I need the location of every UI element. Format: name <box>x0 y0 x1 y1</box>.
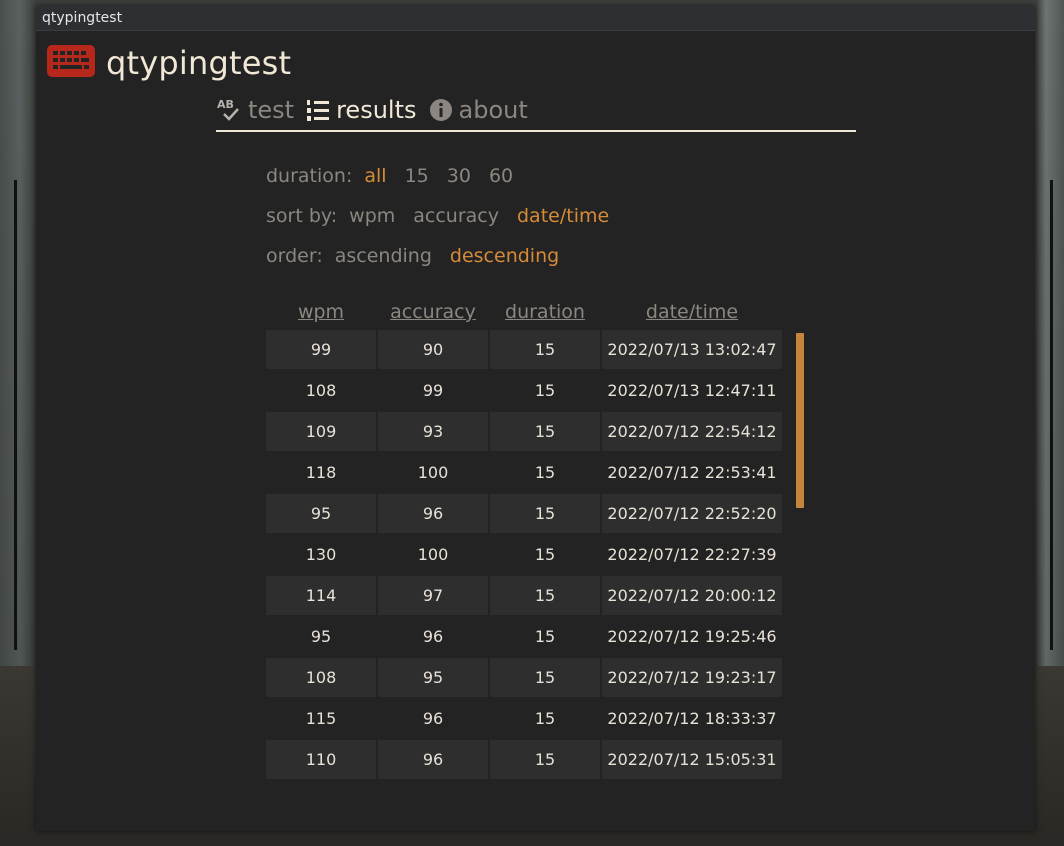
table-row: 95 96 15 2022/07/12 22:52:20 <box>266 494 782 535</box>
sort-by-label: sort by: <box>266 205 338 227</box>
duration-label: duration: <box>266 165 353 187</box>
tab-about[interactable]: about <box>429 96 528 130</box>
cell-datetime: 2022/07/12 22:27:39 <box>602 535 782 574</box>
svg-text:AB: AB <box>217 98 234 111</box>
cell-accuracy: 97 <box>378 576 488 615</box>
background-fence-rail <box>14 180 17 650</box>
cell-duration: 15 <box>490 699 600 738</box>
cell-wpm: 108 <box>266 658 376 697</box>
cell-wpm: 99 <box>266 330 376 369</box>
sort-by-filter: sort by: wpm accuracy date/time <box>266 196 627 236</box>
keyboard-icon <box>46 44 96 82</box>
cell-duration: 15 <box>490 412 600 451</box>
info-icon <box>429 98 453 122</box>
table-row: 99 90 15 2022/07/13 13:02:47 <box>266 330 782 371</box>
table-body: 99 90 15 2022/07/13 13:02:47 108 99 15 2… <box>266 330 782 781</box>
cell-datetime: 2022/07/12 15:05:31 <box>602 740 782 779</box>
background-fence-rail <box>1050 180 1053 650</box>
cell-datetime: 2022/07/12 20:00:12 <box>602 576 782 615</box>
cell-accuracy: 96 <box>378 740 488 779</box>
cell-duration: 15 <box>490 617 600 656</box>
results-table: wpm accuracy duration date/time 99 90 15… <box>266 294 782 781</box>
cell-wpm: 130 <box>266 535 376 574</box>
tab-results[interactable]: results <box>306 96 417 130</box>
app-header: qtypingtest <box>46 42 291 84</box>
cell-wpm: 95 <box>266 494 376 533</box>
app-title: qtypingtest <box>106 44 292 82</box>
cell-duration: 15 <box>490 535 600 574</box>
table-header: wpm accuracy duration date/time <box>266 294 782 330</box>
cell-accuracy: 93 <box>378 412 488 451</box>
cell-accuracy: 96 <box>378 617 488 656</box>
table-row: 118 100 15 2022/07/12 22:53:41 <box>266 453 782 494</box>
cell-accuracy: 100 <box>378 535 488 574</box>
duration-option-15[interactable]: 15 <box>405 165 429 187</box>
table-row: 95 96 15 2022/07/12 19:25:46 <box>266 617 782 658</box>
window-title: qtypingtest <box>42 10 123 26</box>
results-scrollbar[interactable] <box>796 333 804 508</box>
cell-duration: 15 <box>490 494 600 533</box>
cell-accuracy: 99 <box>378 371 488 410</box>
cell-duration: 15 <box>490 371 600 410</box>
sort-option-wpm[interactable]: wpm <box>349 205 395 227</box>
cell-datetime: 2022/07/13 13:02:47 <box>602 330 782 369</box>
column-header-accuracy[interactable]: accuracy <box>378 301 488 323</box>
duration-filter: duration: all 15 30 60 <box>266 156 627 196</box>
order-label: order: <box>266 245 323 267</box>
tab-about-label: about <box>458 96 528 124</box>
cell-accuracy: 95 <box>378 658 488 697</box>
cell-duration: 15 <box>490 658 600 697</box>
cell-duration: 15 <box>490 740 600 779</box>
numbered-list-icon <box>306 98 330 122</box>
tab-test[interactable]: AB test <box>216 96 294 130</box>
cell-datetime: 2022/07/12 18:33:37 <box>602 699 782 738</box>
column-header-datetime[interactable]: date/time <box>602 301 782 323</box>
spellcheck-icon: AB <box>216 97 242 123</box>
cell-datetime: 2022/07/12 19:23:17 <box>602 658 782 697</box>
table-row: 108 95 15 2022/07/12 19:23:17 <box>266 658 782 699</box>
table-row: 109 93 15 2022/07/12 22:54:12 <box>266 412 782 453</box>
window-titlebar[interactable]: qtypingtest <box>36 6 1035 31</box>
cell-accuracy: 100 <box>378 453 488 492</box>
order-option-ascending[interactable]: ascending <box>335 245 432 267</box>
sort-option-datetime[interactable]: date/time <box>517 205 609 227</box>
order-filter: order: ascending descending <box>266 236 627 276</box>
cell-duration: 15 <box>490 576 600 615</box>
cell-wpm: 118 <box>266 453 376 492</box>
nav-tabs: AB test results about <box>216 90 856 132</box>
tab-results-label: results <box>336 96 417 124</box>
cell-wpm: 114 <box>266 576 376 615</box>
result-filters: duration: all 15 30 60 sort by: wpm accu… <box>266 156 627 276</box>
cell-datetime: 2022/07/12 19:25:46 <box>602 617 782 656</box>
sort-option-accuracy[interactable]: accuracy <box>413 205 499 227</box>
table-row: 110 96 15 2022/07/12 15:05:31 <box>266 740 782 781</box>
order-option-descending[interactable]: descending <box>450 245 559 267</box>
tab-test-label: test <box>248 96 295 124</box>
cell-wpm: 110 <box>266 740 376 779</box>
column-header-duration[interactable]: duration <box>490 301 600 323</box>
cell-wpm: 108 <box>266 371 376 410</box>
cell-datetime: 2022/07/12 22:53:41 <box>602 453 782 492</box>
cell-duration: 15 <box>490 330 600 369</box>
table-row: 108 99 15 2022/07/13 12:47:11 <box>266 371 782 412</box>
cell-datetime: 2022/07/13 12:47:11 <box>602 371 782 410</box>
cell-accuracy: 96 <box>378 699 488 738</box>
table-row: 115 96 15 2022/07/12 18:33:37 <box>266 699 782 740</box>
duration-option-60[interactable]: 60 <box>489 165 513 187</box>
table-row: 130 100 15 2022/07/12 22:27:39 <box>266 535 782 576</box>
cell-wpm: 109 <box>266 412 376 451</box>
cell-accuracy: 96 <box>378 494 488 533</box>
column-header-wpm[interactable]: wpm <box>266 301 376 323</box>
table-row: 114 97 15 2022/07/12 20:00:12 <box>266 576 782 617</box>
cell-duration: 15 <box>490 453 600 492</box>
cell-wpm: 115 <box>266 699 376 738</box>
cell-datetime: 2022/07/12 22:52:20 <box>602 494 782 533</box>
cell-datetime: 2022/07/12 22:54:12 <box>602 412 782 451</box>
duration-option-all[interactable]: all <box>364 165 386 187</box>
app-window: qtypingtest qtypingtest AB test results … <box>36 6 1035 831</box>
cell-accuracy: 90 <box>378 330 488 369</box>
cell-wpm: 95 <box>266 617 376 656</box>
duration-option-30[interactable]: 30 <box>447 165 471 187</box>
